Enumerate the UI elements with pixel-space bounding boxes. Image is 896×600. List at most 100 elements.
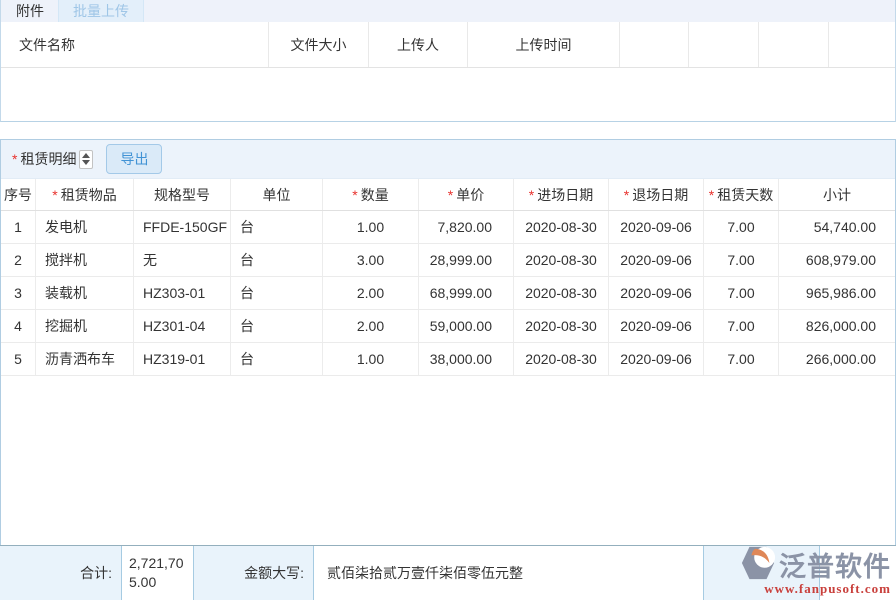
rental-column-header: *租赁物品 — [36, 179, 134, 210]
summary-empty-cell-2 — [820, 546, 896, 600]
required-asterisk: * — [709, 187, 714, 203]
table-cell: 54,740.00 — [779, 211, 895, 243]
table-cell: 台 — [231, 211, 323, 243]
rental-section-header: * 租赁明细 导出 — [1, 140, 895, 179]
table-cell: 挖掘机 — [36, 310, 134, 342]
table-cell: 3.00 — [323, 244, 419, 276]
table-cell: 608,979.00 — [779, 244, 895, 276]
required-asterisk: * — [529, 187, 534, 203]
table-cell: 3 — [1, 277, 36, 309]
export-button[interactable]: 导出 — [106, 144, 162, 174]
table-cell: 2020-09-06 — [609, 277, 704, 309]
table-cell: HZ303-01 — [134, 277, 231, 309]
rental-panel: * 租赁明细 导出 序号*租赁物品规格型号单位*数量*单价*进场日期*退场日期*… — [0, 139, 896, 600]
table-cell: 1 — [1, 211, 36, 243]
table-cell: 沥青洒布车 — [36, 343, 134, 375]
rental-column-header: 小计 — [779, 179, 895, 210]
table-cell: 28,999.00 — [419, 244, 514, 276]
table-cell: 965,986.00 — [779, 277, 895, 309]
table-cell: 4 — [1, 310, 36, 342]
amount-words-label: 金额大写: — [194, 546, 314, 600]
panel-gap — [0, 122, 896, 139]
table-cell: HZ301-04 — [134, 310, 231, 342]
table-cell: 台 — [231, 310, 323, 342]
required-asterisk: * — [52, 187, 57, 203]
rental-column-header: *单价 — [419, 179, 514, 210]
table-cell: 装载机 — [36, 277, 134, 309]
table-cell: 台 — [231, 343, 323, 375]
table-cell: 38,000.00 — [419, 343, 514, 375]
attachment-empty-body — [1, 68, 895, 120]
table-cell: 2020-09-06 — [609, 211, 704, 243]
table-cell: 台 — [231, 277, 323, 309]
total-label: 合计: — [0, 546, 122, 600]
rental-header-row: 序号*租赁物品规格型号单位*数量*单价*进场日期*退场日期*租赁天数小计 — [1, 179, 895, 211]
total-value-cell: 2,721,705.00 — [122, 546, 194, 600]
table-cell: 7.00 — [704, 244, 779, 276]
required-asterisk: * — [352, 187, 357, 203]
table-row[interactable]: 4挖掘机HZ301-04台2.0059,000.002020-08-302020… — [1, 310, 895, 343]
table-cell: 68,999.00 — [419, 277, 514, 309]
table-cell: 2020-08-30 — [514, 211, 609, 243]
table-cell: 2020-08-30 — [514, 343, 609, 375]
summary-empty-cell — [704, 546, 820, 600]
rental-detail-page: 附件 批量上传 文件名称文件大小上传人上传时间 * 租赁明细 导出 序号*租赁物… — [0, 0, 896, 600]
table-cell: 2 — [1, 244, 36, 276]
table-cell: 266,000.00 — [779, 343, 895, 375]
table-row[interactable]: 2搅拌机无台3.0028,999.002020-08-302020-09-067… — [1, 244, 895, 277]
required-asterisk: * — [448, 187, 453, 203]
tab-attachment[interactable]: 附件 — [10, 0, 50, 22]
rental-column-header: *数量 — [323, 179, 419, 210]
table-row[interactable]: 5沥青洒布车HZ319-01台1.0038,000.002020-08-3020… — [1, 343, 895, 376]
rental-table-body: 1发电机FFDE-150GF台1.007,820.002020-08-30202… — [1, 211, 895, 376]
table-cell: 2020-08-30 — [514, 277, 609, 309]
attachment-tabbar: 附件 批量上传 — [1, 0, 895, 22]
table-row[interactable]: 1发电机FFDE-150GF台1.007,820.002020-08-30202… — [1, 211, 895, 244]
attachment-column-header — [759, 22, 829, 67]
table-cell: 2020-09-06 — [609, 244, 704, 276]
attachment-column-header: 上传人 — [369, 22, 468, 67]
attachment-panel: 附件 批量上传 文件名称文件大小上传人上传时间 — [0, 0, 896, 122]
table-cell: 发电机 — [36, 211, 134, 243]
section-title: 租赁明细 — [20, 149, 76, 169]
table-cell: 826,000.00 — [779, 310, 895, 342]
table-row[interactable]: 3装载机HZ303-01台2.0068,999.002020-08-302020… — [1, 277, 895, 310]
attachment-column-header — [829, 22, 895, 67]
table-cell: 台 — [231, 244, 323, 276]
attachment-header-row: 文件名称文件大小上传人上传时间 — [1, 22, 895, 68]
rental-column-header: *进场日期 — [514, 179, 609, 210]
stepper-sort-control[interactable] — [79, 150, 93, 169]
table-cell: 2020-08-30 — [514, 310, 609, 342]
amount-words-value: 贰佰柒拾贰万壹仟柒佰零伍元整 — [314, 546, 704, 600]
stepper-down-icon[interactable] — [82, 160, 90, 165]
table-cell: 7,820.00 — [419, 211, 514, 243]
attachment-column-header: 文件名称 — [1, 22, 269, 67]
table-cell: 5 — [1, 343, 36, 375]
table-cell: 7.00 — [704, 343, 779, 375]
table-cell: 2020-08-30 — [514, 244, 609, 276]
table-cell: 搅拌机 — [36, 244, 134, 276]
table-cell: 59,000.00 — [419, 310, 514, 342]
table-cell: 无 — [134, 244, 231, 276]
table-cell: 2.00 — [323, 277, 419, 309]
required-asterisk: * — [12, 151, 17, 167]
table-cell: 7.00 — [704, 211, 779, 243]
rental-column-header: 序号 — [1, 179, 36, 210]
required-asterisk: * — [624, 187, 629, 203]
table-cell: 1.00 — [323, 343, 419, 375]
rental-column-header: 单位 — [231, 179, 323, 210]
table-cell: 7.00 — [704, 310, 779, 342]
table-cell: FFDE-150GF — [134, 211, 231, 243]
rental-column-header: 规格型号 — [134, 179, 231, 210]
rental-column-header: *租赁天数 — [704, 179, 779, 210]
stepper-up-icon[interactable] — [82, 153, 90, 158]
table-cell: 2020-09-06 — [609, 343, 704, 375]
attachment-column-header: 上传时间 — [468, 22, 620, 67]
attachment-column-header — [620, 22, 689, 67]
rental-column-header: *退场日期 — [609, 179, 704, 210]
table-cell: 2.00 — [323, 310, 419, 342]
batch-upload-button[interactable]: 批量上传 — [58, 0, 144, 22]
table-cell: 2020-09-06 — [609, 310, 704, 342]
table-cell: 7.00 — [704, 277, 779, 309]
summary-bar: 合计: 2,721,705.00 金额大写: 贰佰柒拾贰万壹仟柒佰零伍元整 — [0, 545, 896, 600]
